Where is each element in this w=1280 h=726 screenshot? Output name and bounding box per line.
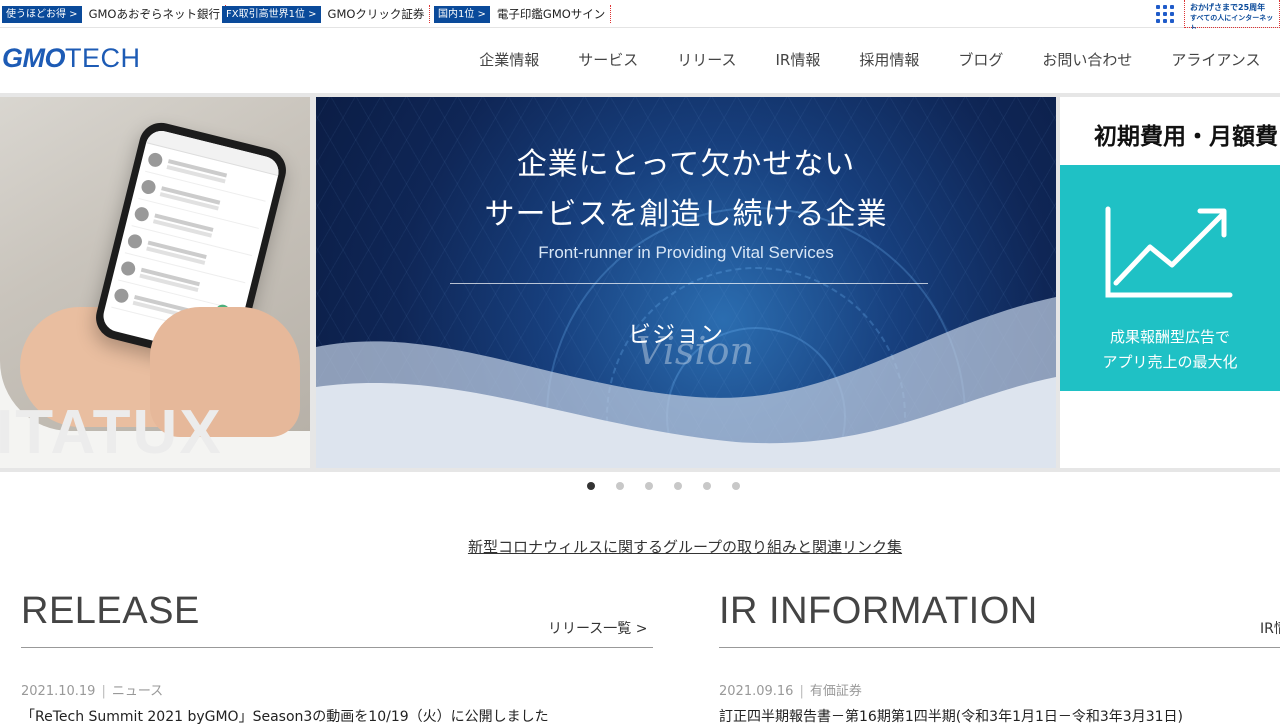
carousel-dot[interactable] (615, 482, 624, 490)
ir-section: IR INFORMATION IR情 2021.09.16|有価証券 訂正四半期… (719, 590, 1280, 725)
slide-ad-service[interactable]: 初期費用・月額費 成果報酬型広告で アプリ売上の最大化 (1060, 97, 1280, 468)
nav-alliance[interactable]: アライアンス (1152, 49, 1280, 70)
slide-vision[interactable]: 企業にとって欠かせない サービスを創造し続ける企業 Front-runner i… (316, 97, 1056, 468)
divider (450, 283, 928, 284)
slide-app-photo[interactable]: ITATUX (0, 97, 310, 468)
news-date: 2021.10.19 (21, 684, 96, 699)
nav-company[interactable]: 企業情報 (460, 49, 559, 70)
release-section: RELEASE リリース一覧 > 2021.10.19 | ニュース 「ReTech… (21, 590, 653, 725)
ir-category: 有価証券 (809, 684, 862, 699)
nav-services[interactable]: サービス (559, 49, 658, 70)
carousel-dot[interactable] (644, 482, 653, 490)
promo-aozora[interactable]: 使うほどお得 > GMOあおぞらネット銀行 (2, 5, 226, 23)
divider (429, 5, 431, 23)
promo-tag: 使うほどお得 > (2, 5, 82, 23)
promo-bar: 使うほどお得 > GMOあおぞらネット銀行 FX取引高世界1位 > GMOクリッ… (0, 0, 1280, 32)
divider (21, 647, 653, 648)
nav-contact[interactable]: お問い合わせ (1023, 49, 1152, 70)
news-category: ニュース (111, 684, 164, 699)
covid-info-link[interactable]: 新型コロナウィルスに関するグループの取り組みと関連リンク集 (0, 536, 1280, 557)
caption-line1: 成果報酬型広告で (1109, 328, 1230, 346)
news-headline[interactable]: 「ReTech Summit 2021 byGMO」Season3の動画を10/… (21, 706, 549, 726)
promo-click-securities[interactable]: FX取引高世界1位 > GMOクリック証券 (222, 5, 431, 23)
anniversary-line1: おかげさまで25周年 (1190, 3, 1266, 12)
carousel-dot[interactable] (586, 482, 595, 490)
hero-subtitle: Front-runner in Providing Vital Services (538, 243, 834, 262)
carousel-dot[interactable] (731, 482, 740, 490)
section-title: IR INFORMATION (719, 590, 1038, 632)
site-header: GMO TECH 企業情報 サービス リリース IR情報 採用情報 ブログ お問… (0, 29, 1280, 93)
news-meta: 2021.10.19 | ニュース (21, 684, 164, 699)
gmo-tech-logo[interactable]: GMO TECH (2, 43, 141, 73)
promo-gmo-sign[interactable]: 国内1位 > 電子印鑑GMOサイン (434, 5, 612, 23)
divider (610, 5, 612, 23)
promo-tag: FX取引高世界1位 > (222, 5, 321, 23)
nav-blog[interactable]: ブログ (939, 49, 1023, 70)
nav-release[interactable]: リリース (658, 49, 756, 70)
anniversary-banner[interactable]: おかげさまで25周年 すべての人にインターネット (1184, 0, 1280, 32)
promo-tag: 国内1位 > (434, 5, 490, 23)
carousel-dot[interactable] (673, 482, 682, 490)
slide-caption: 成果報酬型広告で アプリ売上の最大化 (1060, 325, 1280, 375)
ghost-watermark-text: ITATUX (0, 398, 223, 467)
promo-label: GMOクリック証券 (327, 7, 425, 21)
carousel-dot[interactable] (702, 482, 711, 490)
hero-heading-line1: 企業にとって欠かせない (516, 147, 856, 182)
divider (719, 647, 1280, 648)
ir-headline[interactable]: 訂正四半期報告書－第16期第1四半期(令和3年1月1日－令和3年3月31日) (719, 706, 1183, 726)
release-list-link[interactable]: リリース一覧 > (548, 618, 647, 638)
apps-grid-icon[interactable] (1156, 5, 1174, 23)
hero-heading-line2: サービスを創造し続ける企業 (484, 197, 888, 232)
caption-line2: アプリ売上の最大化 (1102, 353, 1238, 371)
ir-meta: 2021.09.16 | 有価証券 (719, 684, 862, 699)
nav-recruit[interactable]: 採用情報 (840, 49, 939, 70)
ir-list-link[interactable]: IR情 (1260, 618, 1280, 638)
slide-title: 初期費用・月額費 (1094, 124, 1278, 150)
promo-label: 電子印鑑GMOサイン (496, 7, 606, 21)
logo-gmo: GMO (2, 43, 66, 73)
vision-label: ビジョン (628, 322, 724, 348)
main-nav: 企業情報 サービス リリース IR情報 採用情報 ブログ お問い合わせ アライア… (460, 49, 1280, 70)
carousel-pagination (0, 482, 1280, 490)
hero-carousel: ITATUX 企業にとって欠かせない サービスを創造し続ける企業 Front-r… (0, 93, 1280, 472)
promo-label: GMOあおぞらネット銀行 (88, 7, 220, 21)
teal-panel: 成果報酬型広告で アプリ売上の最大化 (1060, 165, 1280, 391)
nav-ir[interactable]: IR情報 (756, 49, 840, 70)
ir-date: 2021.09.16 (719, 684, 794, 699)
logo-tech: TECH (65, 43, 141, 73)
